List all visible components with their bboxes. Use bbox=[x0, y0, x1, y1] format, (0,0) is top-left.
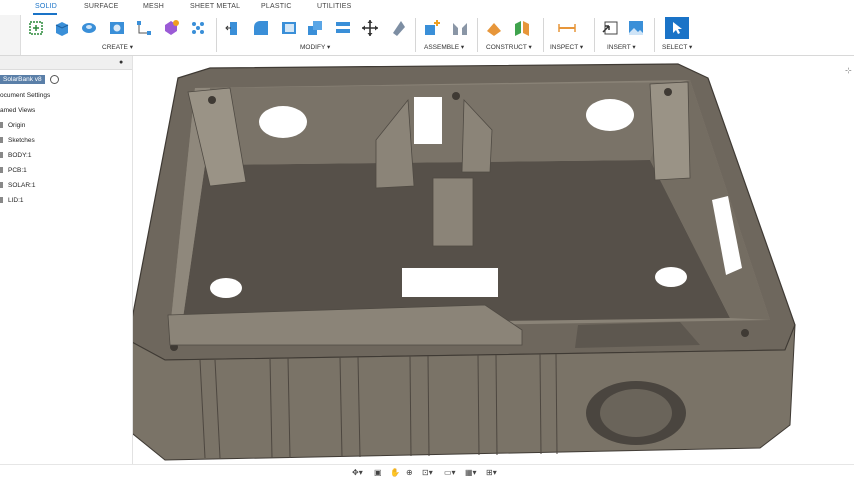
enclosure-model bbox=[133, 63, 796, 461]
expand-icon[interactable] bbox=[0, 122, 3, 129]
tab-sheet-metal[interactable]: SHEET METAL bbox=[190, 3, 240, 10]
browser-item[interactable]: Origin bbox=[0, 122, 25, 129]
offset-plane-icon[interactable] bbox=[485, 19, 503, 37]
grid-icon[interactable]: ▦▾ bbox=[465, 468, 477, 477]
divider bbox=[654, 18, 655, 52]
shell-icon[interactable] bbox=[280, 19, 298, 37]
expand-icon[interactable] bbox=[0, 182, 3, 189]
measure-icon[interactable] bbox=[558, 19, 576, 37]
navigation-bar: ✥▾ ▣ ✋ ⊕ ⊡▾ ▭▾ ▦▾ ⊞▾ bbox=[0, 464, 854, 481]
sketch-icon[interactable] bbox=[27, 19, 45, 37]
browser-item[interactable]: Sketches bbox=[0, 137, 35, 144]
browser-item[interactable]: BODY:1 bbox=[0, 152, 31, 159]
new-component-icon[interactable] bbox=[423, 19, 441, 37]
revolve-icon[interactable] bbox=[80, 19, 98, 37]
expand-icon[interactable] bbox=[0, 197, 3, 204]
tab-mesh[interactable]: MESH bbox=[143, 3, 164, 10]
root-component[interactable]: SolarBank v8 bbox=[0, 75, 60, 85]
divider bbox=[543, 18, 544, 52]
assemble-menu[interactable]: ASSEMBLE ▾ bbox=[424, 43, 464, 51]
browser-item[interactable]: LID:1 bbox=[0, 197, 24, 204]
extrude-icon[interactable] bbox=[53, 19, 71, 37]
workspace-tabs: SOLID SURFACE MESH SHEET METAL PLASTIC U… bbox=[0, 0, 854, 15]
browser-item-label: amed Views bbox=[0, 107, 36, 114]
tab-plastic[interactable]: PLASTIC bbox=[261, 3, 292, 10]
design-switcher[interactable] bbox=[0, 15, 21, 55]
canvas-viewport[interactable]: ⊹ bbox=[133, 56, 854, 466]
browser-item[interactable]: SOLAR:1 bbox=[0, 182, 35, 189]
form-icon[interactable] bbox=[162, 19, 180, 37]
expand-icon[interactable] bbox=[0, 167, 3, 174]
select-arrow-icon bbox=[673, 22, 682, 34]
tab-solid[interactable]: SOLID bbox=[35, 3, 57, 10]
browser-item-label: Sketches bbox=[8, 137, 35, 144]
move-icon[interactable] bbox=[361, 19, 379, 37]
expand-icon[interactable] bbox=[0, 152, 3, 159]
tab-surface[interactable]: SURFACE bbox=[84, 3, 118, 10]
press-pull-icon[interactable] bbox=[224, 19, 242, 37]
pan-icon[interactable]: ✋ bbox=[390, 468, 400, 477]
browser-item-label: BODY:1 bbox=[8, 152, 32, 159]
decal-icon[interactable] bbox=[627, 19, 645, 37]
box-icon[interactable] bbox=[135, 19, 153, 37]
delete-icon[interactable] bbox=[389, 19, 407, 37]
insert-menu[interactable]: INSERT ▾ bbox=[607, 43, 636, 51]
select-menu[interactable]: SELECT ▾ bbox=[662, 43, 692, 51]
inspect-menu[interactable]: INSPECT ▾ bbox=[550, 43, 583, 51]
divider bbox=[216, 18, 217, 52]
joint-icon[interactable] bbox=[451, 19, 469, 37]
zoom-icon[interactable]: ⊕ bbox=[406, 468, 413, 477]
insert-mesh-icon[interactable] bbox=[601, 19, 619, 37]
pin-icon[interactable]: ● bbox=[119, 59, 123, 66]
axis-icon[interactable] bbox=[513, 19, 531, 37]
browser-item[interactable]: amed Views bbox=[0, 107, 35, 114]
fit-icon[interactable]: ⊡▾ bbox=[422, 468, 433, 477]
browser-item[interactable]: PCB:1 bbox=[0, 167, 27, 174]
hole-icon[interactable] bbox=[108, 19, 126, 37]
divider bbox=[594, 18, 595, 52]
pattern-icon[interactable] bbox=[189, 19, 207, 37]
create-menu[interactable]: CREATE ▾ bbox=[102, 43, 133, 51]
activate-radio-icon[interactable] bbox=[50, 75, 60, 84]
select-button[interactable] bbox=[665, 17, 689, 39]
browser-item-label: ocument Settings bbox=[0, 92, 51, 99]
construct-menu[interactable]: CONSTRUCT ▾ bbox=[486, 43, 532, 51]
fillet-icon[interactable] bbox=[252, 19, 270, 37]
viewcube-corner-icon[interactable]: ⊹ bbox=[845, 66, 852, 75]
divider bbox=[415, 18, 416, 52]
divider bbox=[477, 18, 478, 52]
browser-header: ● bbox=[0, 56, 132, 70]
browser-item-label: Origin bbox=[8, 122, 26, 129]
tab-utilities[interactable]: UTILITIES bbox=[317, 3, 351, 10]
browser-panel: ● SolarBank v8 ocument Settings amed Vie… bbox=[0, 56, 133, 480]
align-icon[interactable] bbox=[334, 19, 352, 37]
root-label: SolarBank v8 bbox=[0, 75, 45, 85]
browser-item-label: PCB:1 bbox=[8, 167, 27, 174]
browser-item-label: SOLAR:1 bbox=[8, 182, 36, 189]
browser-item-label: LID:1 bbox=[8, 197, 24, 204]
ribbon-toolbar: CREATE ▾ MODIFY ▾ ASSEMBLE ▾ CONSTRUCT ▾… bbox=[0, 15, 854, 56]
orbit-icon[interactable]: ✥▾ bbox=[352, 468, 363, 477]
browser-item[interactable]: ocument Settings bbox=[0, 92, 50, 99]
expand-icon[interactable] bbox=[0, 137, 3, 144]
combine-icon[interactable] bbox=[306, 19, 324, 37]
display-settings-icon[interactable]: ▭▾ bbox=[444, 468, 456, 477]
modify-menu[interactable]: MODIFY ▾ bbox=[300, 43, 330, 51]
look-at-icon[interactable]: ▣ bbox=[374, 468, 382, 477]
viewports-icon[interactable]: ⊞▾ bbox=[486, 468, 497, 477]
